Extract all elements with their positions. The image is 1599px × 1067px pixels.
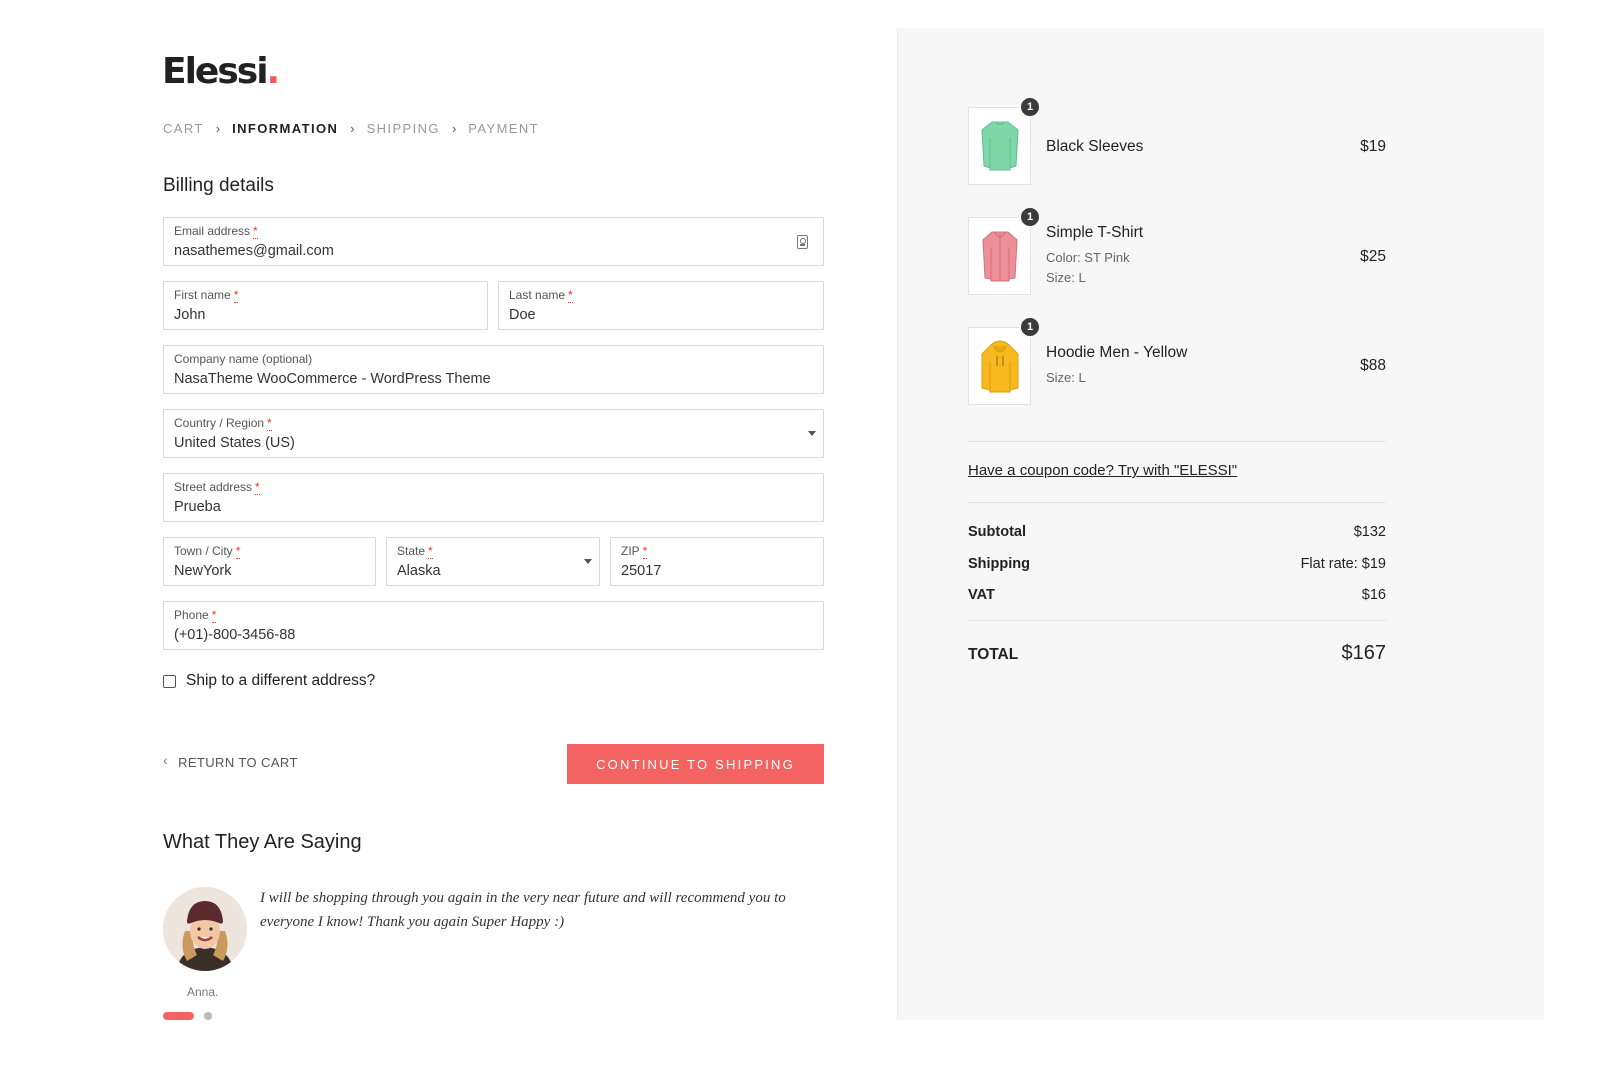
hoodie-icon <box>981 340 1018 393</box>
product-price: $88 <box>1360 357 1386 374</box>
subtotal-row: Subtotal $132 <box>968 524 1386 540</box>
breadcrumb-information: INFORMATION <box>232 120 339 136</box>
shipping-label: Shipping <box>968 556 1031 572</box>
shirt-icon <box>981 231 1018 282</box>
country-label: Country / Region * <box>174 416 272 431</box>
vat-row: VAT $16 <box>968 587 1386 603</box>
first-name-field[interactable]: First name * John <box>163 281 488 330</box>
street-address-field[interactable]: Street address * Prueba <box>163 473 824 522</box>
chevron-right-icon: › <box>215 120 221 136</box>
quantity-badge: 1 <box>1019 316 1041 338</box>
product-name[interactable]: Black Sleeves <box>1046 138 1143 156</box>
total-row: TOTAL $167 <box>968 642 1386 665</box>
last-name-field[interactable]: Last name * Doe <box>498 281 824 330</box>
pagination-dot-active[interactable] <box>163 1012 194 1020</box>
vat-label: VAT <box>968 587 995 603</box>
phone-field[interactable]: Phone * (+01)-800-3456-88 <box>163 601 824 650</box>
zip-value: 25017 <box>621 563 662 579</box>
sweater-icon <box>980 121 1019 171</box>
product-name[interactable]: Simple T-Shirt <box>1046 224 1143 242</box>
state-label: State * <box>397 544 433 559</box>
breadcrumb-cart[interactable]: CART <box>163 121 204 136</box>
product-size: Size: L <box>1046 370 1086 385</box>
customer-avatar-illustration <box>163 887 247 971</box>
last-name-label: Last name * <box>509 288 573 303</box>
product-name[interactable]: Hoodie Men - Yellow <box>1046 344 1187 362</box>
phone-value: (+01)-800-3456-88 <box>174 627 296 643</box>
city-field[interactable]: Town / City * NewYork <box>163 537 376 586</box>
cart-item: 1 Black Sleeves $19 <box>968 96 1386 187</box>
subtotal-label: Subtotal <box>968 524 1026 540</box>
phone-label: Phone * <box>174 608 217 623</box>
product-thumbnail <box>968 107 1031 185</box>
chevron-right-icon: › <box>350 120 355 136</box>
brand-logo[interactable]: Elessi. <box>162 50 280 94</box>
coupon-link[interactable]: Have a coupon code? Try with "ELESSI" <box>968 462 1237 479</box>
summary-divider <box>968 502 1386 503</box>
product-thumbnail <box>968 217 1031 295</box>
summary-divider <box>968 441 1386 442</box>
testimonial-pagination <box>163 1012 212 1020</box>
billing-details-heading: Billing details <box>163 175 274 196</box>
quantity-badge: 1 <box>1019 96 1041 118</box>
email-field[interactable]: Email address * nasathemes@gmail.com <box>163 217 824 266</box>
product-color: Color: ST Pink <box>1046 250 1130 265</box>
zip-field[interactable]: ZIP * 25017 <box>610 537 824 586</box>
breadcrumb-shipping[interactable]: SHIPPING <box>367 121 440 136</box>
total-label: TOTAL <box>968 646 1019 663</box>
product-thumbnail <box>968 327 1031 405</box>
company-name-field[interactable]: Company name (optional) NasaTheme WooCom… <box>163 345 824 394</box>
zip-label: ZIP * <box>621 544 648 559</box>
street-address-label: Street address * <box>174 480 260 495</box>
product-size: Size: L <box>1046 270 1086 285</box>
dropdown-caret-icon <box>808 431 816 436</box>
contact-card-icon[interactable] <box>797 235 808 249</box>
last-name-value: Doe <box>509 307 536 323</box>
company-name-value: NasaTheme WooCommerce - WordPress Theme <box>174 371 491 387</box>
country-select[interactable]: Country / Region * United States (US) <box>163 409 824 458</box>
checkout-breadcrumb: CART › INFORMATION › SHIPPING › PAYMENT <box>163 119 539 137</box>
return-to-cart-label: RETURN TO CART <box>178 754 298 770</box>
return-to-cart-link[interactable]: ‹ RETURN TO CART <box>163 752 298 770</box>
chevron-left-icon: ‹ <box>163 752 169 768</box>
cart-item: 1 Hoodie Men - Yellow Size: L $88 <box>968 316 1386 407</box>
cart-item: 1 Simple T-Shirt Color: ST Pink Size: L … <box>968 206 1386 297</box>
dropdown-caret-icon <box>584 559 592 564</box>
city-label: Town / City * <box>174 544 241 559</box>
total-value: $167 <box>1341 642 1387 664</box>
state-value: Alaska <box>397 563 441 579</box>
quantity-badge: 1 <box>1019 206 1041 228</box>
product-price: $19 <box>1360 138 1386 155</box>
breadcrumb-payment[interactable]: PAYMENT <box>468 121 539 136</box>
testimonial-quote: I will be shopping through you again in … <box>260 890 786 930</box>
subtotal-value: $132 <box>1353 524 1386 540</box>
testimonial-author: Anna. <box>187 985 219 999</box>
ship-different-address[interactable]: Ship to a different address? <box>163 672 375 690</box>
pagination-dot[interactable] <box>204 1012 212 1020</box>
email-label: Email address * <box>174 224 258 239</box>
customer-avatar <box>163 887 247 971</box>
product-price: $25 <box>1360 248 1386 265</box>
testimonials-heading: What They Are Saying <box>163 831 362 853</box>
summary-divider <box>968 620 1386 621</box>
city-value: NewYork <box>174 563 232 579</box>
chevron-right-icon: › <box>451 120 457 136</box>
ship-different-checkbox[interactable] <box>163 674 176 688</box>
shipping-value: Flat rate: $19 <box>1300 556 1386 572</box>
company-name-label: Company name (optional) <box>174 352 313 366</box>
vat-value: $16 <box>1361 587 1386 603</box>
state-select[interactable]: State * Alaska <box>386 537 600 586</box>
first-name-label: First name * <box>174 288 239 303</box>
ship-different-label[interactable]: Ship to a different address? <box>186 672 375 690</box>
continue-to-shipping-button[interactable]: CONTINUE TO SHIPPING <box>567 744 824 784</box>
first-name-value: John <box>174 307 206 323</box>
shipping-row: Shipping Flat rate: $19 <box>968 556 1386 572</box>
country-value: United States (US) <box>174 435 295 451</box>
email-value: nasathemes@gmail.com <box>174 243 334 259</box>
street-address-value: Prueba <box>174 499 221 515</box>
